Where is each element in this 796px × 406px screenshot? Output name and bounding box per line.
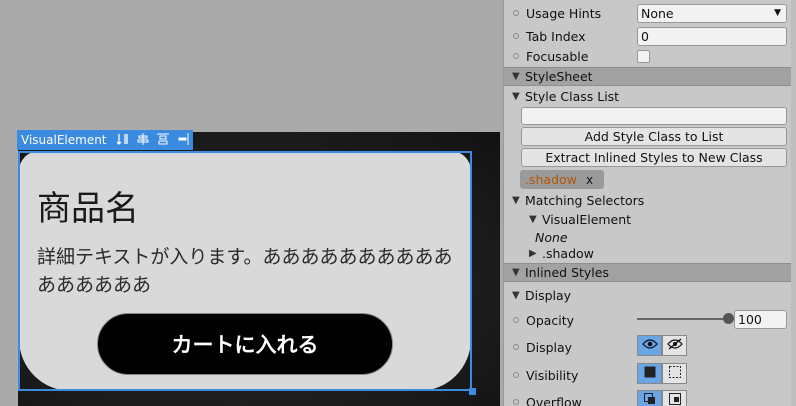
visibility-visible-toggle[interactable] <box>637 363 662 384</box>
bullet-icon <box>513 53 519 59</box>
class-tag-name: .shadow <box>525 172 577 187</box>
bullet-icon <box>513 399 519 405</box>
product-card[interactable]: 商品名 詳細テキストが入ります。ああああああああああああああああ カートに入れる <box>19 151 471 391</box>
caret-down-icon: ▼ <box>512 194 520 206</box>
display-label: Display <box>526 339 573 355</box>
bullet-icon <box>513 33 519 39</box>
filled-square-icon <box>644 366 656 381</box>
usage-hints-dropdown[interactable]: None ▼ <box>637 3 787 23</box>
inlined-styles-section-header[interactable]: ▼ Inlined Styles <box>504 263 794 282</box>
selector-group-visualelement[interactable]: ▼ VisualElement <box>504 209 794 229</box>
bullet-icon <box>513 372 519 378</box>
matching-selectors-foldout[interactable]: ▼ Matching Selectors <box>504 190 794 210</box>
eye-icon <box>641 338 658 353</box>
overflow-hidden-icon <box>668 393 681 406</box>
matching-selectors-label: Matching Selectors <box>525 192 645 208</box>
usage-hints-value: None <box>641 5 674 21</box>
tab-index-row: Tab Index 0 <box>504 26 792 46</box>
bullet-icon <box>513 344 519 350</box>
display-hidden-toggle[interactable] <box>662 335 687 356</box>
usage-hints-label: Usage Hints <box>526 5 602 21</box>
remove-class-button[interactable]: x <box>586 173 593 187</box>
align-right-icon[interactable] <box>173 132 193 148</box>
display-section-label: Display <box>525 287 572 303</box>
focusable-label: Focusable <box>526 48 589 64</box>
align-center-icon[interactable] <box>133 132 153 148</box>
product-title: 商品名 <box>37 189 139 229</box>
visibility-hidden-toggle[interactable] <box>662 363 687 384</box>
caret-down-icon: ▼ <box>512 90 520 102</box>
caret-down-icon: ▼ <box>512 71 520 82</box>
bullet-icon <box>513 317 519 323</box>
dashed-square-icon <box>668 366 681 381</box>
caret-right-icon: ▶ <box>529 247 537 259</box>
overflow-hidden-toggle[interactable] <box>662 390 687 406</box>
tab-index-input[interactable]: 0 <box>637 26 787 46</box>
selector-group-name: .shadow <box>542 245 594 261</box>
align-top-icon[interactable] <box>153 133 173 148</box>
opacity-input[interactable]: 100 <box>734 310 787 329</box>
inspector-scrollbar[interactable] <box>791 0 796 406</box>
add-style-class-button[interactable]: Add Style Class to List <box>521 127 787 146</box>
class-tag-shadow[interactable]: .shadow x <box>520 170 604 189</box>
bullet-icon <box>513 10 519 16</box>
opacity-slider-handle[interactable] <box>723 313 734 324</box>
opacity-slider-track[interactable] <box>637 318 729 320</box>
caret-down-icon: ▼ <box>529 213 537 225</box>
visibility-label: Visibility <box>526 367 579 383</box>
display-visible-toggle[interactable] <box>637 335 662 356</box>
product-description: 詳細テキストが入ります。ああああああああああああああああ <box>37 246 453 296</box>
display-foldout[interactable]: ▼ Display <box>504 285 794 305</box>
stylesheet-header-label: StyleSheet <box>525 69 593 84</box>
eye-off-icon <box>666 338 683 353</box>
resize-handle[interactable] <box>469 388 476 395</box>
canvas-viewport: 商品名 詳細テキストが入ります。ああああああああああああああああ カートに入れる… <box>0 0 503 406</box>
usage-hints-row: Usage Hints None ▼ <box>504 3 792 23</box>
extract-inlined-styles-button[interactable]: Extract Inlined Styles to New Class <box>521 148 787 167</box>
selection-toolbar: VisualElement <box>17 130 193 150</box>
caret-down-icon: ▼ <box>512 267 520 278</box>
overflow-visible-toggle[interactable] <box>637 390 662 406</box>
overflow-visible-icon <box>643 393 656 406</box>
style-class-list-foldout[interactable]: ▼ Style Class List <box>504 86 794 106</box>
focusable-row: Focusable <box>504 46 792 66</box>
overflow-label: Overflow <box>526 394 582 406</box>
focusable-checkbox[interactable] <box>637 49 650 63</box>
selector-group-name: VisualElement <box>542 211 632 227</box>
tab-index-label: Tab Index <box>526 28 586 44</box>
sort-icon[interactable] <box>113 133 133 148</box>
inspector-panel: Usage Hints None ▼ Tab Index 0 Focusable… <box>503 0 796 406</box>
caret-down-icon: ▼ <box>512 289 520 301</box>
add-to-cart-button[interactable]: カートに入れる <box>97 313 393 375</box>
inlined-styles-header-label: Inlined Styles <box>525 265 609 280</box>
stylesheet-section-header[interactable]: ▼ StyleSheet <box>504 67 794 86</box>
opacity-label: Opacity <box>526 312 575 328</box>
selector-group-shadow[interactable]: ▶ .shadow <box>504 243 794 263</box>
style-class-input[interactable] <box>521 107 787 125</box>
selected-element-name: VisualElement <box>21 133 107 147</box>
style-class-list-label: Style Class List <box>525 88 620 104</box>
chevron-down-icon: ▼ <box>774 7 781 18</box>
